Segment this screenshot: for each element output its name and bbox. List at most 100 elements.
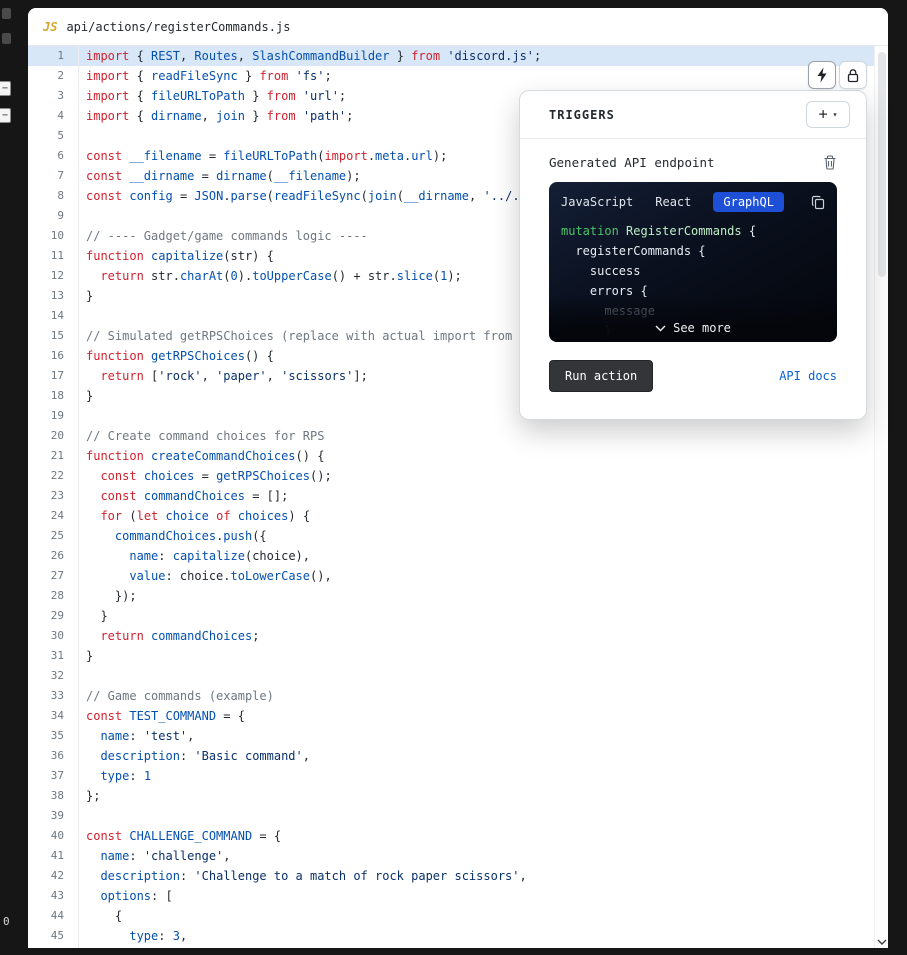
- code-line: 24 for (let choice of choices) {: [28, 506, 874, 526]
- code-line: 20 // Create command choices for RPS: [28, 426, 874, 446]
- rail-icon-top: [2, 8, 11, 19]
- line-number: 34: [50, 709, 64, 722]
- permissions-button[interactable]: [839, 61, 867, 89]
- code-text: import { REST, Routes, SlashCommandBuild…: [86, 49, 542, 63]
- line-number: 22: [50, 469, 64, 482]
- line-number: 39: [50, 809, 64, 822]
- code-text: description: 'Challenge to a match of ro…: [100, 869, 527, 883]
- line-number: 21: [50, 449, 64, 462]
- code-text: commandChoices.push({: [114, 529, 267, 543]
- code-line: 2 import { readFileSync } from 'fs';: [28, 66, 874, 86]
- line-number: 11: [50, 249, 64, 262]
- chevron-down-icon: ▾: [832, 110, 838, 119]
- code-text: value: choice.toLowerCase(),: [129, 569, 332, 583]
- tab-javascript[interactable]: JavaScript: [561, 192, 633, 212]
- line-number: 25: [50, 529, 64, 542]
- line-number: 33: [50, 689, 64, 702]
- tab-graphql[interactable]: GraphQL: [713, 192, 784, 212]
- zoom-out-button-bottom[interactable]: −: [0, 108, 11, 123]
- code-line: 30 return commandChoices;: [28, 626, 874, 646]
- line-number: 27: [50, 569, 64, 582]
- see-more-button[interactable]: See more: [549, 321, 837, 335]
- code-text: for (let choice of choices) {: [100, 509, 311, 523]
- code-line: 41 name: 'challenge',: [28, 846, 874, 866]
- file-path: api/actions/registerCommands.js: [66, 19, 291, 34]
- scroll-down-icon[interactable]: [875, 939, 888, 945]
- line-number: 10: [50, 229, 64, 242]
- line-number: 26: [50, 549, 64, 562]
- code-text: {: [86, 909, 123, 923]
- line-number: 9: [57, 209, 64, 222]
- chevron-down-icon: [655, 325, 666, 331]
- code-line: 44 {: [28, 906, 874, 926]
- line-number: 15: [50, 329, 64, 342]
- line-number: 30: [50, 629, 64, 642]
- trash-icon[interactable]: [823, 155, 837, 170]
- code-line: 25 commandChoices.push({: [28, 526, 874, 546]
- code-line: 39: [28, 806, 874, 826]
- triggers-header: TRIGGERS + ▾: [520, 91, 866, 139]
- line-number: 16: [50, 349, 64, 362]
- code-text: const CHALLENGE_COMMAND = {: [86, 829, 282, 843]
- code-tabs: JavaScript React GraphQL: [561, 192, 784, 212]
- scrollbar-thumb[interactable]: [878, 52, 886, 277]
- line-number: 20: [50, 429, 64, 442]
- code-line: 23 const commandChoices = [];: [28, 486, 874, 506]
- code-text: // Game commands (example): [86, 689, 274, 703]
- graphql-code-line: success: [561, 264, 641, 278]
- code-text: function capitalize(str) {: [86, 249, 274, 263]
- line-number: 31: [50, 649, 64, 662]
- line-number: 14: [50, 309, 64, 322]
- code-line: 26 name: capitalize(choice),: [28, 546, 874, 566]
- code-line: 35 name: 'test',: [28, 726, 874, 746]
- line-number: 12: [50, 269, 64, 282]
- line-number: 6: [57, 149, 64, 162]
- add-trigger-button[interactable]: + ▾: [806, 101, 850, 128]
- code-line: 27 value: choice.toLowerCase(),: [28, 566, 874, 586]
- code-line: 31}: [28, 646, 874, 666]
- tab-react[interactable]: React: [655, 192, 691, 212]
- code-line: 21 function createCommandChoices() {: [28, 446, 874, 466]
- rail-bottom-label: 0: [3, 915, 10, 928]
- code-text: // ---- Gadget/game commands logic ----: [86, 229, 368, 243]
- code-line: 40 const CHALLENGE_COMMAND = {: [28, 826, 874, 846]
- line-number: 8: [57, 189, 64, 202]
- code-text: const choices = getRPSChoices();: [100, 469, 332, 483]
- code-text: import { readFileSync } from 'fs';: [86, 69, 332, 83]
- code-text: options: [: [100, 889, 173, 903]
- code-text: const __filename = fileURLToPath(import.…: [86, 149, 448, 163]
- line-number: 19: [50, 409, 64, 422]
- line-number: 2: [57, 69, 64, 82]
- run-action-button[interactable]: Run action: [549, 360, 654, 392]
- api-docs-link[interactable]: API docs: [779, 369, 837, 383]
- code-text: }: [86, 649, 94, 663]
- line-number: 44: [50, 909, 64, 922]
- js-file-icon: JS: [43, 19, 58, 34]
- copy-icon[interactable]: [811, 195, 825, 210]
- code-text: });: [86, 589, 137, 603]
- triggers-title: TRIGGERS: [549, 107, 615, 122]
- code-text: // Simulated getRPSChoices (replace with…: [86, 329, 534, 343]
- code-text: const config = JSON.parse(readFileSync(j…: [86, 189, 535, 203]
- file-tab[interactable]: JS api/actions/registerCommands.js: [28, 8, 888, 46]
- run-trigger-button[interactable]: [808, 61, 836, 89]
- line-number: 43: [50, 889, 64, 902]
- code-text: import { fileURLToPath } from 'url';: [86, 89, 347, 103]
- line-number: 28: [50, 589, 64, 602]
- code-text: function createCommandChoices() {: [86, 449, 325, 463]
- line-number: 23: [50, 489, 64, 502]
- code-text: }: [86, 289, 94, 303]
- code-text: name: 'test',: [100, 729, 195, 743]
- code-line: 43 options: [: [28, 886, 874, 906]
- editor-scrollbar[interactable]: [874, 46, 888, 948]
- line-number: 38: [50, 789, 64, 802]
- code-line: 33 // Game commands (example): [28, 686, 874, 706]
- code-line: 22 const choices = getRPSChoices();: [28, 466, 874, 486]
- zoom-out-button-top[interactable]: −: [0, 81, 11, 96]
- endpoint-title: Generated API endpoint: [549, 155, 715, 170]
- line-number: 18: [50, 389, 64, 402]
